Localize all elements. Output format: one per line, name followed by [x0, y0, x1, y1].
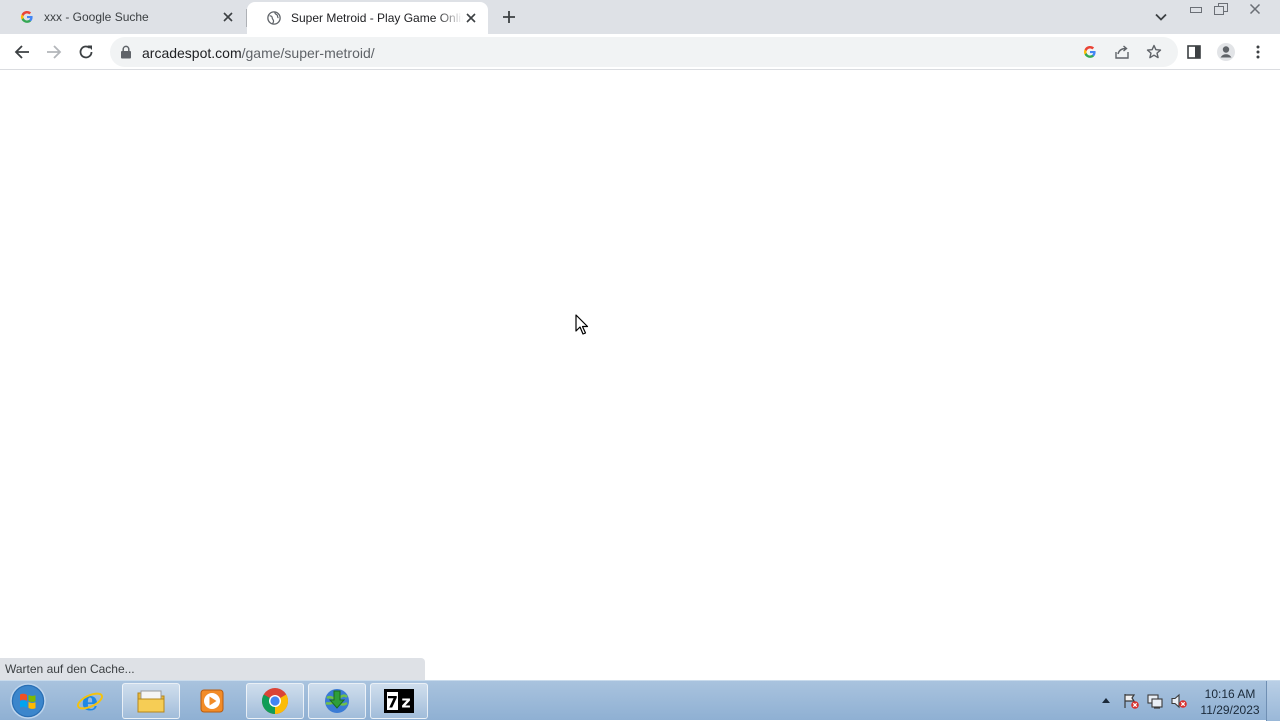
star-icon	[1146, 44, 1162, 59]
restore-button[interactable]	[1209, 0, 1233, 18]
media-player-icon	[200, 689, 224, 713]
tab-super-metroid[interactable]: Super Metroid - Play Game Online	[247, 2, 488, 34]
back-button[interactable]	[8, 38, 36, 66]
windows-logo-icon	[10, 683, 46, 719]
clock-date: 11/29/2023	[1200, 703, 1260, 717]
taskbar-clock[interactable]: 10:16 AM 11/29/2023	[1196, 686, 1264, 718]
tray-action-center[interactable]	[1122, 692, 1140, 710]
google-translate-button[interactable]	[1079, 41, 1101, 63]
mouse-cursor-icon	[575, 314, 589, 335]
taskbar-7zip[interactable]: 7 z	[370, 683, 428, 719]
clock-time: 10:16 AM	[1204, 687, 1256, 701]
url-text[interactable]: arcadespot.com/game/super-metroid/	[142, 45, 375, 61]
network-icon	[1147, 694, 1163, 709]
7zip-icon: 7 z	[384, 689, 414, 713]
taskbar-google-chrome[interactable]	[246, 683, 304, 719]
taskbar-internet-explorer[interactable]: e	[61, 683, 119, 719]
show-desktop-button[interactable]	[1266, 681, 1280, 721]
url-path: /game/super-metroid/	[241, 45, 375, 61]
page-content[interactable]	[0, 71, 1280, 680]
internet-explorer-icon: e	[76, 687, 104, 716]
close-tab-icon[interactable]	[463, 10, 479, 26]
avatar-icon	[1217, 43, 1235, 61]
taskbar: e 7 z 10:16 AM 11/29/2023	[0, 680, 1280, 721]
profile-button[interactable]	[1212, 38, 1240, 66]
google-g-icon	[19, 9, 35, 25]
minimize-icon	[1190, 7, 1202, 13]
status-bubble: Warten auf den Cache...	[0, 658, 425, 680]
minimize-button[interactable]	[1184, 0, 1208, 18]
share-icon	[1115, 45, 1129, 59]
restore-icon	[1214, 3, 1228, 15]
side-panel-icon	[1187, 45, 1201, 59]
tray-network[interactable]	[1146, 692, 1164, 710]
tab-strip: xxx - Google Suche Super Metroid - Play …	[0, 0, 1280, 34]
chrome-icon	[261, 688, 289, 714]
tab-search-button[interactable]	[1151, 8, 1171, 26]
bookmark-star-button[interactable]	[1143, 41, 1165, 63]
browser-toolbar: arcadespot.com/game/super-metroid/	[0, 34, 1280, 70]
kebab-menu-icon	[1256, 45, 1260, 59]
svg-text:e: e	[82, 687, 99, 716]
chevron-up-icon	[1102, 698, 1110, 703]
taskbar-file-explorer[interactable]	[122, 683, 180, 719]
arrow-left-icon	[14, 45, 29, 59]
url-host: arcadespot.com	[142, 45, 242, 61]
lock-icon[interactable]	[120, 45, 132, 59]
arrow-right-icon	[47, 45, 62, 59]
plus-icon	[503, 11, 515, 23]
google-g-icon	[1083, 46, 1096, 58]
tab-title: Super Metroid - Play Game Online	[291, 11, 463, 25]
download-manager-icon	[325, 689, 349, 713]
svg-text:7: 7	[387, 693, 398, 712]
tab-title: xxx - Google Suche	[44, 10, 149, 24]
folder-icon	[137, 690, 165, 713]
start-button[interactable]	[6, 682, 50, 720]
speaker-muted-icon	[1171, 693, 1187, 709]
globe-icon	[266, 10, 282, 26]
close-tab-icon[interactable]	[220, 9, 236, 25]
side-panel-button[interactable]	[1180, 38, 1208, 66]
tab-google-search[interactable]: xxx - Google Suche	[0, 0, 245, 34]
show-hidden-icons-button[interactable]	[1100, 694, 1112, 706]
taskbar-media-player[interactable]	[183, 683, 241, 719]
close-icon	[1249, 4, 1261, 14]
reload-icon	[79, 45, 93, 59]
tray-volume[interactable]	[1170, 692, 1188, 710]
chevron-down-icon	[1155, 13, 1167, 21]
reload-button[interactable]	[72, 38, 100, 66]
share-button[interactable]	[1111, 41, 1133, 63]
new-tab-button[interactable]	[498, 6, 520, 28]
close-window-button[interactable]	[1238, 0, 1272, 18]
forward-button[interactable]	[40, 38, 68, 66]
flag-error-icon	[1124, 694, 1139, 709]
svg-text:z: z	[401, 693, 410, 712]
taskbar-download-manager[interactable]	[308, 683, 366, 719]
address-bar[interactable]: arcadespot.com/game/super-metroid/	[110, 37, 1178, 67]
menu-button[interactable]	[1244, 38, 1272, 66]
